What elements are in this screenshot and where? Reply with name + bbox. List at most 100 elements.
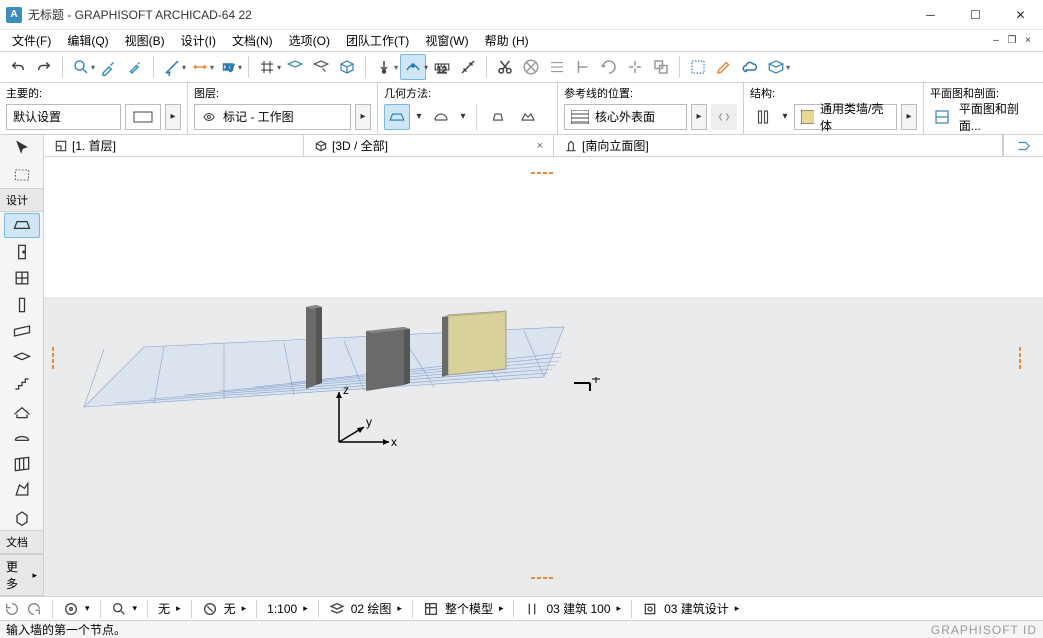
- object-tool[interactable]: [4, 505, 40, 530]
- 3d-viewport[interactable]: z y x: [44, 157, 1043, 596]
- grid-snap-button[interactable]: [255, 55, 279, 79]
- favorites-button[interactable]: ▸: [165, 104, 181, 130]
- mvo-field[interactable]: 03 建筑设计: [664, 600, 729, 617]
- marquee-tool[interactable]: [4, 163, 40, 188]
- guideline-button[interactable]: [160, 55, 184, 79]
- layers-icon[interactable]: [329, 601, 345, 617]
- arrow-tool[interactable]: [4, 136, 40, 161]
- beam-tool[interactable]: [4, 319, 40, 344]
- inject-button[interactable]: [123, 55, 147, 79]
- edit-element-button[interactable]: [712, 55, 736, 79]
- cloud-button[interactable]: [738, 55, 762, 79]
- menu-options[interactable]: 选项(O): [281, 30, 338, 51]
- layer-combo[interactable]: 02 绘图: [351, 600, 392, 617]
- struct-caret[interactable]: ▾: [780, 104, 790, 130]
- stair-tool[interactable]: [4, 372, 40, 397]
- struct-dropdown-button[interactable]: ▸: [901, 104, 917, 130]
- element-snap-button[interactable]: [400, 54, 426, 80]
- filter-icon[interactable]: [202, 601, 218, 617]
- cube-button[interactable]: [335, 55, 359, 79]
- geom-polygon-button[interactable]: [515, 104, 541, 130]
- roof-tool[interactable]: [4, 399, 40, 424]
- menu-document[interactable]: 文档(N): [224, 30, 281, 51]
- refline-dropdown-button[interactable]: ▸: [691, 104, 707, 130]
- menu-teamwork[interactable]: 团队工作(T): [338, 30, 417, 51]
- penset-field[interactable]: 03 建筑 100: [546, 600, 610, 617]
- toolbox-more-button[interactable]: 更多▸: [0, 554, 43, 596]
- menu-edit[interactable]: 编辑(Q): [59, 30, 116, 51]
- drag-handle-top[interactable]: [530, 163, 558, 169]
- split-button[interactable]: [623, 55, 647, 79]
- window-tool[interactable]: [4, 266, 40, 291]
- layer-dropdown-button[interactable]: ▸: [355, 104, 371, 130]
- curtainwall-tool[interactable]: [4, 452, 40, 477]
- undo-button[interactable]: [6, 55, 30, 79]
- rotate-button[interactable]: [597, 55, 621, 79]
- column-tool[interactable]: [4, 293, 40, 318]
- tab-elevation[interactable]: [南向立面图]: [554, 135, 1003, 156]
- wall-tool[interactable]: [4, 213, 40, 238]
- eyedropper-button[interactable]: [97, 55, 121, 79]
- penset-icon[interactable]: [524, 601, 540, 617]
- maximize-button[interactable]: ☐: [953, 0, 998, 30]
- geom-trapezoid-button[interactable]: [485, 104, 511, 130]
- measure-button[interactable]: [456, 55, 480, 79]
- tab-overflow-button[interactable]: [1003, 135, 1043, 156]
- geom-curved-button[interactable]: [428, 104, 454, 130]
- default-settings-field[interactable]: 默认设置: [6, 104, 121, 130]
- mdi-minimize-button[interactable]: –: [989, 34, 1003, 48]
- snap-guide-button[interactable]: [188, 55, 212, 79]
- redo-button[interactable]: [32, 55, 56, 79]
- home-view-icon[interactable]: [63, 601, 79, 617]
- tab-3d[interactable]: [3D / 全部] ×: [304, 135, 554, 156]
- gravity-button[interactable]: [372, 55, 396, 79]
- trim-button[interactable]: [571, 55, 595, 79]
- slab-tool[interactable]: [4, 346, 40, 371]
- snap-point-button[interactable]: xy: [216, 55, 240, 79]
- pick-button[interactable]: [69, 55, 93, 79]
- struct-field[interactable]: 通用类墙/壳体: [794, 104, 897, 130]
- mdi-close-button[interactable]: ×: [1021, 34, 1035, 48]
- tab-floorplan[interactable]: [1. 首层]: [44, 135, 304, 156]
- menu-design[interactable]: 设计(I): [173, 30, 224, 51]
- layer-field[interactable]: 标记 - 工作图: [194, 104, 351, 130]
- next-view-icon[interactable]: [26, 601, 42, 617]
- minimize-button[interactable]: ─: [908, 0, 953, 30]
- mdi-restore-button[interactable]: ❐: [1005, 34, 1019, 48]
- menu-file[interactable]: 文件(F): [4, 30, 59, 51]
- geom-caret-2[interactable]: ▾: [458, 104, 468, 130]
- mvo-icon[interactable]: [642, 601, 658, 617]
- refline-field[interactable]: 核心外表面: [564, 104, 687, 130]
- plan-icon-button[interactable]: [930, 104, 955, 130]
- model-icon[interactable]: [423, 601, 439, 617]
- suspend-button[interactable]: [519, 55, 543, 79]
- close-button[interactable]: ✕: [998, 0, 1043, 30]
- struct-basic-button[interactable]: [750, 104, 776, 130]
- menu-view[interactable]: 视图(B): [117, 30, 173, 51]
- zoom-icon[interactable]: [111, 601, 127, 617]
- edit-plane-button[interactable]: [309, 55, 333, 79]
- marquee-button[interactable]: [686, 55, 710, 79]
- drag-handle-bottom[interactable]: [530, 568, 558, 574]
- menu-help[interactable]: 帮助 (H): [477, 30, 537, 51]
- geom-caret-1[interactable]: ▾: [414, 104, 424, 130]
- cut-button[interactable]: [493, 55, 517, 79]
- reset-view-icon[interactable]: [4, 601, 20, 617]
- graphisoft-id-button[interactable]: GRAPHISOFT ID: [931, 623, 1037, 637]
- tab-close-icon[interactable]: ×: [537, 140, 543, 152]
- geom-straight-button[interactable]: [384, 104, 410, 130]
- scale-field[interactable]: 1:100: [267, 602, 297, 616]
- element-icon-button[interactable]: [125, 104, 161, 130]
- menu-window[interactable]: 视窗(W): [417, 30, 476, 51]
- model-field[interactable]: 整个模型: [445, 600, 493, 617]
- shell-tool[interactable]: [4, 425, 40, 450]
- refline-flip-button[interactable]: [711, 104, 737, 130]
- align-button[interactable]: [545, 55, 569, 79]
- plane-button[interactable]: [283, 55, 307, 79]
- morph-tool[interactable]: [4, 478, 40, 503]
- offset-button[interactable]: [649, 55, 673, 79]
- view-3d-button[interactable]: [764, 55, 788, 79]
- filter-field[interactable]: 无: [224, 600, 236, 617]
- door-tool[interactable]: [4, 240, 40, 265]
- drag-handle-right[interactable]: [1024, 346, 1030, 374]
